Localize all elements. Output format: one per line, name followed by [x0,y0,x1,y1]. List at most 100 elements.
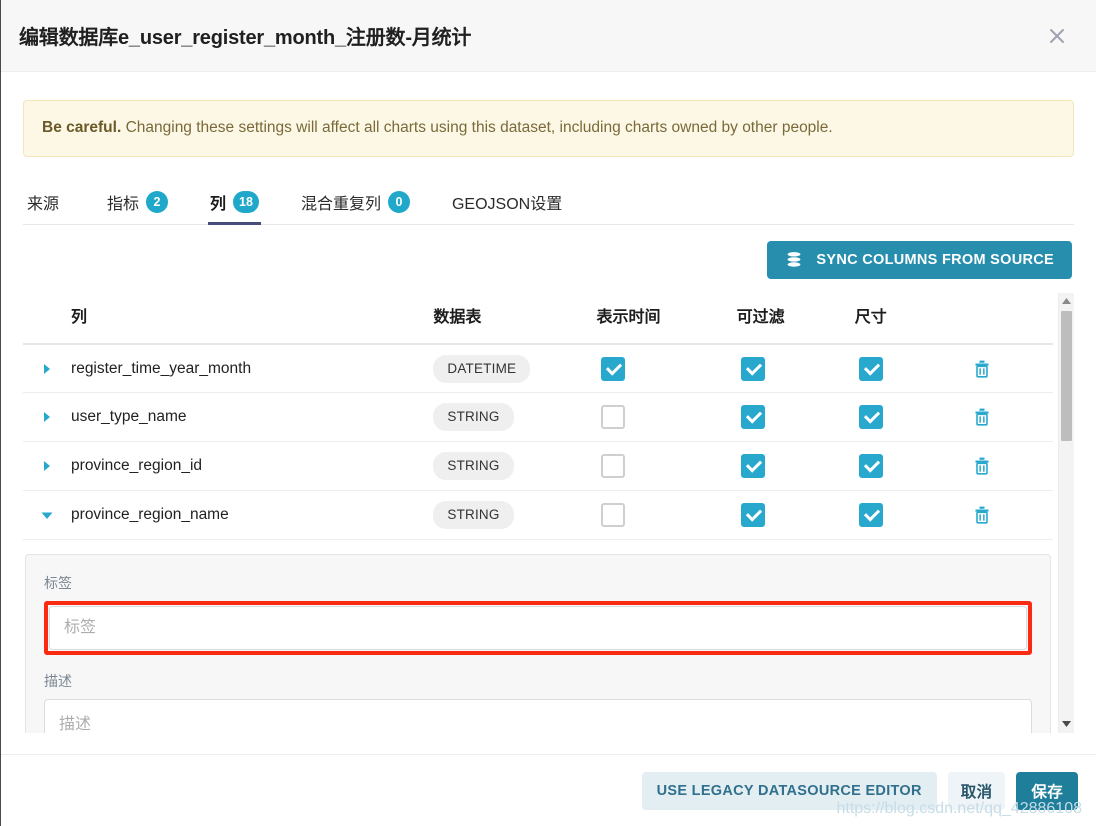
datatype-pill: STRING [433,501,514,530]
chevron-right-icon[interactable] [23,363,71,375]
datatype-pill: DATETIME [433,354,531,383]
use-legacy-datasource-editor-button[interactable]: USE LEGACY DATASOURCE EDITOR [641,771,937,810]
tab-metrics[interactable]: 指标 2 [105,190,184,224]
tab-columns[interactable]: 列 18 [208,190,275,225]
th-caret [23,292,72,345]
tab-metrics-label: 指标 [107,195,140,213]
row-expand-cell [23,441,72,492]
dimension-cell [854,490,973,541]
cancel-button[interactable]: 取消 [947,771,1006,810]
label-field-highlight [44,601,1032,656]
is-temporal-checkbox[interactable] [600,454,625,479]
column-name: register_time_year_month [71,343,434,394]
is-temporal-checkbox[interactable] [600,503,625,528]
tab-calculated-columns-badge: 0 [387,190,410,213]
tab-bar: 来源 指标 2 列 18 混合重复列 0 GEOJSON设置 [23,183,1074,225]
delete-cell [972,343,1053,394]
dimension-cell [854,441,973,492]
modal-header: 编辑数据库e_user_register_month_注册数-月统计 [1,0,1096,72]
filterable-cell [736,441,855,492]
filterable-checkbox[interactable] [740,405,765,430]
temporal-cell [596,490,737,541]
columns-table: 列 数据表 表示时间 可过滤 尺寸 register_time_year_mon… [23,292,1053,541]
caret-up-icon[interactable] [1059,293,1074,310]
tab-geojson-settings-label: GEOJSON设置 [451,195,563,213]
label-field-label: 标签 [44,575,72,592]
database-icon [785,251,803,269]
chevron-down-icon[interactable] [23,509,71,521]
trash-icon[interactable] [973,359,1053,379]
th-dimension: 尺寸 [854,292,973,345]
filterable-cell [736,392,855,443]
dimension-checkbox[interactable] [858,356,883,381]
th-delete [972,292,1053,345]
table-row: user_type_name STRING [23,392,1053,443]
th-filterable: 可过滤 [736,292,855,345]
column-datatype-cell: DATETIME [433,343,597,394]
columns-table-body: register_time_year_month DATETIME user_t… [23,343,1053,541]
dimension-checkbox[interactable] [858,503,883,528]
column-name: user_type_name [71,392,434,443]
th-is-temporal: 表示时间 [596,292,737,345]
dimension-checkbox[interactable] [858,405,883,430]
is-temporal-checkbox[interactable] [600,356,625,381]
filterable-cell [736,343,855,394]
columns-table-wrap: 列 数据表 表示时间 可过滤 尺寸 register_time_year_mon… [23,292,1074,733]
filterable-checkbox[interactable] [740,503,765,528]
table-row: register_time_year_month DATETIME [23,343,1053,394]
column-datatype-cell: STRING [433,441,597,492]
dataset-editor-modal: 编辑数据库e_user_register_month_注册数-月统计 Be ca… [0,0,1096,826]
trash-icon[interactable] [973,407,1053,427]
tab-source-label: 来源 [27,195,60,213]
chevron-right-icon[interactable] [23,460,71,472]
chevron-right-icon[interactable] [23,411,71,423]
temporal-cell [596,441,737,492]
vertical-scrollbar[interactable] [1058,292,1074,733]
sync-row: SYNC COLUMNS FROM SOURCE [23,240,1074,279]
close-icon[interactable] [1040,19,1074,53]
filterable-checkbox[interactable] [740,454,765,479]
sync-columns-button[interactable]: SYNC COLUMNS FROM SOURCE [767,240,1072,279]
tab-geojson-settings[interactable]: GEOJSON设置 [450,190,578,224]
column-datatype-cell: STRING [433,392,597,443]
sync-columns-button-label: SYNC COLUMNS FROM SOURCE [816,251,1054,268]
caret-down-icon[interactable] [1059,716,1074,733]
temporal-cell [596,343,737,394]
tab-calculated-columns[interactable]: 混合重复列 0 [299,190,426,224]
th-datatype: 数据表 [433,292,597,345]
warning-banner: Be careful. Changing these settings will… [23,100,1074,157]
modal-footer: USE LEGACY DATASOURCE EDITOR 取消 保存 https… [1,754,1096,826]
trash-icon[interactable] [973,456,1053,476]
dimension-checkbox[interactable] [858,454,883,479]
table-row: province_region_name STRING [23,490,1053,541]
scrollbar-thumb[interactable] [1061,310,1072,441]
modal-body: Be careful. Changing these settings will… [1,72,1096,754]
dimension-cell [854,392,973,443]
delete-cell [972,392,1053,443]
tab-source[interactable]: 来源 [25,190,75,224]
row-expand-cell [23,392,72,443]
table-header-row: 列 数据表 表示时间 可过滤 尺寸 [23,292,1053,345]
filterable-checkbox[interactable] [740,356,765,381]
tab-metrics-badge: 2 [146,190,169,213]
column-name: province_region_name [71,490,434,541]
tab-columns-badge: 18 [233,190,259,213]
warning-banner-text: Changing these settings will affect all … [121,119,833,136]
row-expand-cell [23,343,72,394]
description-textarea[interactable] [44,699,1032,733]
tab-columns-label: 列 [210,195,227,213]
page-title: 编辑数据库e_user_register_month_注册数-月统计 [19,27,472,49]
delete-cell [972,441,1053,492]
row-expand-cell [23,490,72,541]
label-input[interactable] [49,606,1027,651]
dimension-cell [854,343,973,394]
warning-banner-bold: Be careful. [42,119,122,136]
is-temporal-checkbox[interactable] [600,405,625,430]
trash-icon[interactable] [973,505,1053,525]
table-row: province_region_id STRING [23,441,1053,492]
description-field-label: 描述 [44,673,72,690]
save-button[interactable]: 保存 [1016,771,1078,810]
tab-calculated-columns-label: 混合重复列 [300,195,381,213]
column-datatype-cell: STRING [433,490,597,541]
delete-cell [972,490,1053,541]
